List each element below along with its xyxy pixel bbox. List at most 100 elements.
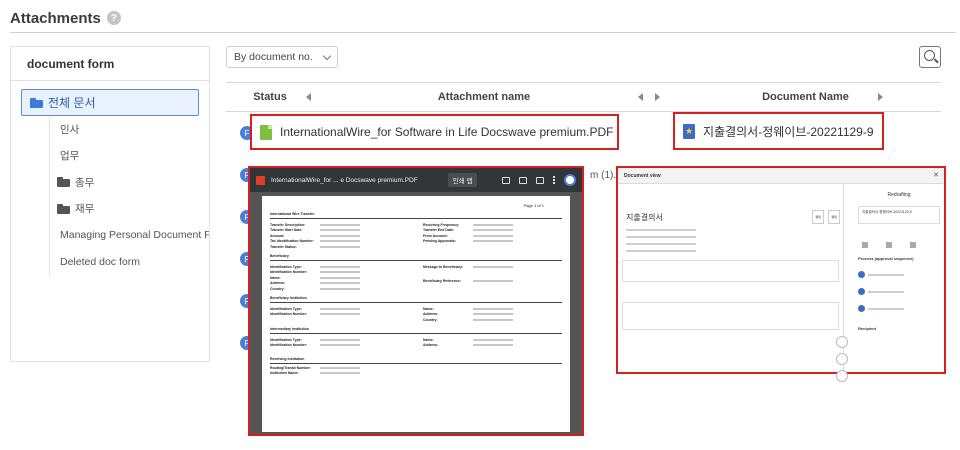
- table-header: Status Attachment name Document Name: [226, 82, 941, 112]
- pdf-field-label: Beneficiary Reference:: [423, 278, 461, 283]
- sidebar-title: document form: [11, 47, 209, 81]
- search-icon-handle: [934, 58, 939, 64]
- approver-row: [858, 305, 940, 312]
- folder-open-icon: [30, 97, 43, 108]
- pdf-section-body: Identification Type: Identification Numb…: [270, 305, 562, 323]
- comment-icon[interactable]: [502, 176, 510, 184]
- pdf-field-label: Identification Type:: [270, 264, 302, 269]
- sort-left-icon[interactable]: [306, 93, 311, 101]
- pdf-field-label: Pending Approvals:: [423, 239, 456, 243]
- pdf-rule: [270, 333, 562, 334]
- document-name-highlight[interactable]: ★ 지출결의서-정웨이브-20221129-9: [673, 112, 884, 150]
- document-view-title: Document view: [624, 172, 661, 179]
- search-button[interactable]: [919, 46, 941, 68]
- tree-item-label: 총무: [75, 176, 95, 189]
- pdf-field-label: Address:: [423, 312, 439, 316]
- tab-icon[interactable]: [910, 242, 916, 248]
- redrafting-title: Redrafting: [887, 192, 911, 198]
- document-form-sidebar: document form 전체 문서 인사 업무 총무 재무 Managing…: [10, 46, 210, 362]
- tree-item-label: 업무: [60, 150, 80, 163]
- pdf-section-body: Identification Type: Identification Numb…: [270, 336, 562, 349]
- pdf-field-label: Country:: [423, 317, 438, 322]
- tree-item-general-affairs[interactable]: 총무: [22, 169, 209, 196]
- pdf-section-title: International Wire Transfer: [270, 212, 315, 216]
- attachment-name-highlight[interactable]: InternationalWire_for Software in Life D…: [250, 114, 619, 150]
- pdf-field-label: Name:: [423, 306, 434, 311]
- sort-left-icon[interactable]: [638, 93, 643, 101]
- approval-stamp: 결재: [812, 210, 824, 224]
- document-table: [622, 260, 839, 282]
- pdf-page: Page 1 of 1 International Wire Transfer …: [262, 196, 570, 432]
- pdf-field-label: Tax Identification Number:: [270, 239, 314, 243]
- help-icon[interactable]: ?: [106, 11, 121, 25]
- filter-select-value: By document no.: [234, 51, 313, 63]
- document-view-sidebar: Redrafting 지출결의서-정웨이브-20221129-9 Process…: [854, 184, 944, 372]
- tree-root-label: 전체 문서: [48, 96, 96, 110]
- recipient-label: Recipient: [858, 326, 877, 331]
- tree-item-label: Deleted doc form: [60, 255, 140, 268]
- tree-item-label: Managing Personal Document F...: [60, 229, 209, 242]
- tree-root-all-documents[interactable]: 전체 문서: [21, 89, 199, 116]
- pdf-field-label: Name:: [423, 337, 434, 342]
- page-title: Attachments: [10, 9, 101, 27]
- expand-icon[interactable]: [836, 336, 848, 348]
- print-icon[interactable]: [519, 176, 527, 184]
- sort-right-icon[interactable]: [655, 93, 660, 101]
- more-icon[interactable]: [553, 176, 555, 184]
- pdf-filename: InternationalWire_for ... e Docswave pre…: [271, 176, 418, 184]
- pdf-section-title: Intermediary Institution: [270, 327, 309, 331]
- pdf-field-label: Identification Number:: [270, 312, 308, 316]
- tab-icon[interactable]: [886, 242, 892, 248]
- page-header: Attachments ?: [10, 6, 121, 30]
- folder-icon: [57, 203, 70, 214]
- tree-item-work[interactable]: 업무: [22, 143, 209, 170]
- pdf-toolbar-icons: [502, 174, 576, 186]
- pdf-logo-icon: [256, 175, 265, 185]
- avatar[interactable]: [564, 174, 576, 186]
- document-view-popup[interactable]: Document view ✕ 결재 결재 지출결의서 Redrafting 지…: [616, 166, 946, 382]
- close-icon[interactable]: ✕: [933, 171, 939, 179]
- copy-icon[interactable]: [836, 370, 848, 382]
- column-header-document[interactable]: Document Name: [670, 83, 941, 111]
- tree-item-label: 인사: [60, 123, 80, 136]
- pdf-field-label: Routing/Transit Number:: [270, 365, 312, 370]
- document-star-icon: ★: [683, 123, 695, 139]
- pdf-field-label: Transfer Description:: [270, 222, 306, 227]
- pdf-field-label: Amount:: [270, 233, 285, 238]
- pdf-print-dropdown[interactable]: 인쇄 맵: [447, 173, 478, 187]
- pdf-page-number: Page 1 of 1: [523, 203, 544, 208]
- document-table: [622, 302, 839, 330]
- approval-stamp: 결재: [828, 210, 840, 224]
- document-heading: 지출결의서: [626, 213, 663, 222]
- download-icon[interactable]: [536, 176, 544, 184]
- pdf-field-label: Identification Number:: [270, 343, 308, 347]
- pdf-field-label: Transfer Start Date:: [270, 228, 303, 232]
- pdf-viewer[interactable]: InternationalWire_for ... e Docswave pre…: [248, 166, 584, 436]
- sidebar-tabs: [858, 242, 940, 248]
- filter-select[interactable]: By document no.: [226, 46, 338, 68]
- redrafting-doc-name: 지출결의서-정웨이브-20221129-9: [858, 206, 940, 224]
- pdf-rule: [270, 260, 562, 261]
- print-icon[interactable]: [836, 353, 848, 365]
- process-label: Process (approval sequence): [858, 256, 914, 261]
- pdf-section-body: Identification Type: Identification Numb…: [270, 263, 562, 292]
- pdf-rule: [270, 302, 562, 303]
- pdf-rule: [270, 362, 562, 364]
- tree-item-label: 재무: [75, 203, 95, 216]
- document-name-text: 지출결의서-정웨이브-20221129-9: [703, 124, 874, 139]
- pdf-field-label: Institution Name:: [270, 371, 299, 375]
- pdf-field-label: From Account:: [423, 233, 448, 238]
- tree-item-managing-personal[interactable]: Managing Personal Document F...: [22, 222, 209, 249]
- folder-icon: [57, 177, 70, 188]
- tree-item-hr[interactable]: 인사: [22, 116, 209, 143]
- column-header-status[interactable]: Status: [226, 83, 314, 111]
- tree-item-deleted[interactable]: Deleted doc form: [22, 249, 209, 276]
- pdf-field-label: Identification Type:: [270, 306, 302, 311]
- tree-item-finance[interactable]: 재무: [22, 196, 209, 223]
- column-header-attachment[interactable]: Attachment name: [314, 83, 654, 111]
- tab-icon[interactable]: [862, 242, 868, 248]
- tree-list: 인사 업무 총무 재무 Managing Personal Document F…: [49, 116, 209, 275]
- document-fields: [626, 229, 839, 252]
- sort-right-icon[interactable]: [878, 93, 883, 101]
- pdf-toolbar: InternationalWire_for ... e Docswave pre…: [250, 168, 582, 192]
